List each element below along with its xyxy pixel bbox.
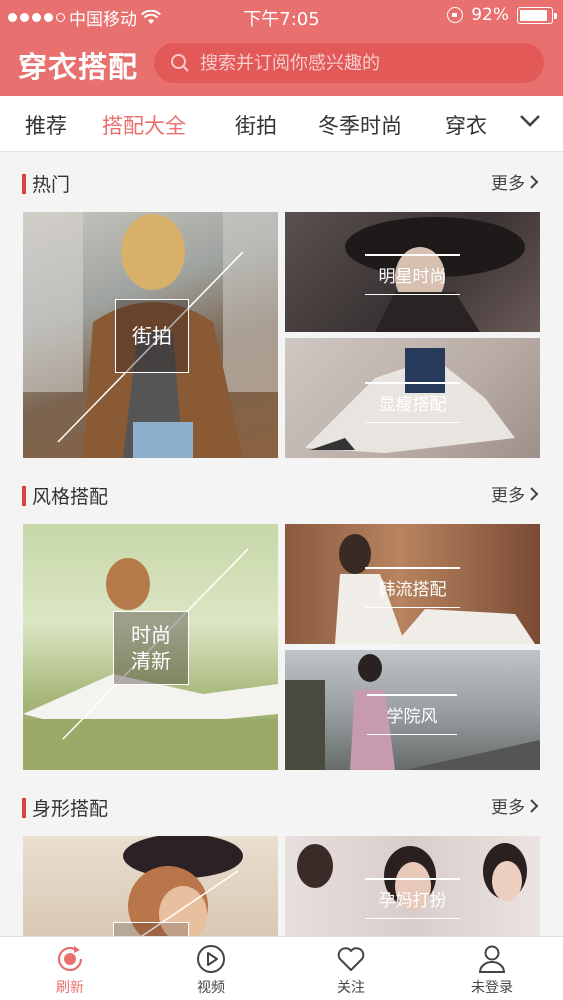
tile-college-style[interactable]: 学院风 [285,650,540,770]
section-title: 热门 [32,174,71,196]
user-icon [478,945,506,973]
tile-label [113,922,189,936]
nav-label: 未登录 [471,980,513,996]
search-icon [171,54,189,72]
tile-street-snap[interactable]: 街拍 [23,212,278,458]
app-logo: 穿衣搭配 [18,50,139,84]
search-input[interactable] [200,52,530,74]
tile-label: 明星时尚 [365,254,460,295]
tile-slimming-outfits[interactable]: 显瘦搭配 [285,338,540,458]
category-tabs: 推荐 搭配大全 街拍 冬季时尚 穿衣 [0,96,563,152]
status-bar: 中国移动 下午7:05 92% [0,0,563,32]
battery-percent: 92% [471,5,509,25]
tab-outfit-collection[interactable]: 搭配大全 [102,110,186,140]
nav-label: 关注 [337,980,365,996]
chevron-down-icon[interactable] [519,114,541,128]
chevron-right-icon [530,486,539,501]
section-marker [22,174,26,194]
nav-label: 刷新 [56,980,84,996]
section-header-body-shape: 身形搭配 更多 [0,776,563,836]
more-label: 更多 [491,798,525,818]
tile-photo [123,836,243,936]
refresh-icon [57,946,83,972]
nav-login[interactable]: 未登录 [452,943,532,997]
tile-label: 时尚 清新 [113,611,189,685]
tile-fresh-style[interactable]: 时尚 清新 [23,524,278,770]
nav-video[interactable]: 视频 [171,943,251,997]
more-link[interactable]: 更多 [491,481,539,506]
play-icon [197,945,225,973]
tile-korean-style[interactable]: 韩流搭配 [285,524,540,644]
bottom-navigation: 刷新 视频 关注 未登录 [0,936,563,1000]
tile-label: 学院风 [367,694,457,735]
header: 中国移动 下午7:05 92% 穿衣搭配 [0,0,563,96]
more-label: 更多 [491,486,525,506]
tile-body-shape[interactable] [23,836,278,936]
tile-maternity-style[interactable]: 孕妈打扮 [285,836,540,936]
nav-follow[interactable]: 关注 [311,943,391,997]
heart-icon [337,947,365,971]
search-bar[interactable] [154,43,544,83]
section-header-hot: 热门 更多 [0,152,563,212]
section-title: 身形搭配 [32,798,109,820]
chevron-right-icon [530,174,539,189]
tile-label: 街拍 [115,299,189,373]
status-right: 92% [447,5,557,25]
tab-winter-fashion[interactable]: 冬季时尚 [318,110,402,140]
more-label: 更多 [491,174,525,194]
battery-icon [517,6,557,24]
app-screen: 中国移动 下午7:05 92% 穿衣搭配 推荐 [0,0,563,1000]
more-link[interactable]: 更多 [491,793,539,818]
tab-dressing[interactable]: 穿衣 [445,110,487,140]
rotation-lock-icon [447,7,464,23]
section-header-style: 风格搭配 更多 [0,464,563,524]
battery-fill [520,9,547,21]
nav-refresh[interactable]: 刷新 [30,943,110,997]
tab-recommend[interactable]: 推荐 [25,110,67,140]
tab-street-snap[interactable]: 街拍 [235,110,277,140]
tile-label: 显瘦搭配 [365,382,460,423]
tile-label: 孕妈打扮 [365,878,460,919]
chevron-right-icon [530,798,539,813]
tile-celebrity-fashion[interactable]: 明星时尚 [285,212,540,332]
nav-label: 视频 [197,980,225,996]
tile-label: 韩流搭配 [365,567,460,608]
section-title: 风格搭配 [32,486,109,508]
more-link[interactable]: 更多 [491,169,539,194]
section-marker [22,798,26,818]
section-marker [22,486,26,506]
